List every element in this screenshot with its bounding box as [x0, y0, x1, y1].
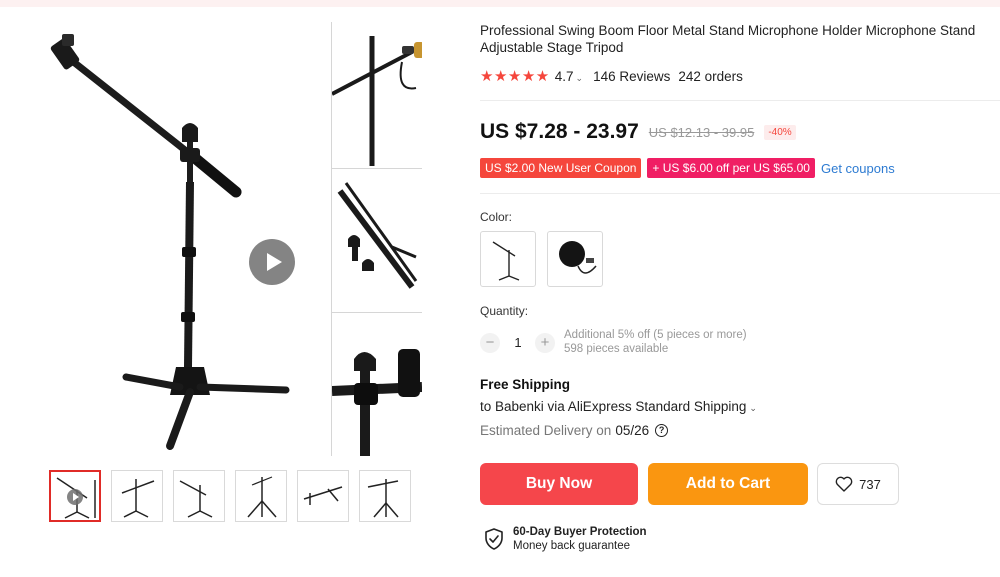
- price-row: US $7.28 - 23.97 US $12.13 - 39.95 -40%: [480, 117, 796, 147]
- chevron-down-icon: ⌄: [749, 403, 757, 413]
- rating-stars-icon: ★★★★★: [480, 68, 550, 85]
- discount-badge: -40%: [764, 124, 796, 140]
- thumbnail-2[interactable]: [111, 470, 163, 522]
- thumbnail-3[interactable]: [173, 470, 225, 522]
- clip-closeup-illustration: [332, 349, 422, 456]
- quantity-note: Additional 5% off (5 pieces or more) 598…: [564, 328, 747, 356]
- main-product-image[interactable]: [40, 22, 328, 454]
- product-title: Professional Swing Boom Floor Metal Stan…: [480, 23, 976, 55]
- shipping-destination: to Babenki via AliExpress Standard Shipp…: [480, 399, 747, 414]
- divider: [480, 100, 1000, 101]
- detail-image-boom-top[interactable]: [332, 22, 422, 166]
- new-user-coupon[interactable]: US $2.00 New User Coupon: [480, 158, 642, 178]
- shield-check-icon: [485, 528, 503, 550]
- quantity-increase-button[interactable]: +: [535, 333, 555, 353]
- detail-image-clip[interactable]: [332, 312, 422, 456]
- thumbnail-5[interactable]: [297, 470, 349, 522]
- color-label: Color:: [480, 210, 513, 224]
- current-price: US $7.28 - 23.97: [480, 120, 639, 143]
- color-option-boom-stand[interactable]: [480, 231, 536, 287]
- buyer-protection-title: 60-Day Buyer Protection: [513, 526, 647, 538]
- get-coupons-link[interactable]: Get coupons: [821, 161, 895, 176]
- buyer-protection-subtitle: Money back guarantee: [513, 540, 630, 552]
- top-banner-strip: [0, 0, 1000, 7]
- thumb-stand-icon: [367, 479, 399, 518]
- shipping-title: Free Shipping: [480, 377, 571, 392]
- estimated-delivery-date: 05/26: [615, 423, 650, 438]
- estimated-delivery-label: Estimated Delivery on: [480, 423, 612, 438]
- boom-with-mic-illustration: [332, 36, 422, 166]
- boom-stand-swatch-icon: [492, 241, 520, 281]
- color-option-pop-filter[interactable]: [547, 231, 603, 287]
- bulk-discount-text: Additional 5% off (5 pieces or more): [564, 329, 747, 341]
- thumb-boom-icon: [303, 486, 343, 505]
- buyer-protection: 60-Day Buyer Protection Money back guara…: [484, 525, 647, 553]
- buyer-protection-text: 60-Day Buyer Protection Money back guara…: [513, 525, 647, 553]
- coupon-row: US $2.00 New User Coupon + US $6.00 off …: [480, 157, 895, 179]
- heart-icon: [835, 476, 853, 492]
- play-video-button[interactable]: [249, 239, 295, 285]
- rating-dropdown[interactable]: 4.7 ⌄: [555, 69, 583, 84]
- thumbnail-video[interactable]: [49, 470, 101, 522]
- buy-now-button[interactable]: Buy Now: [480, 463, 638, 505]
- chevron-down-icon: ⌄: [575, 72, 584, 83]
- shipping-method-selector[interactable]: to Babenki via AliExpress Standard Shipp…: [480, 399, 757, 414]
- pop-filter-swatch-icon: [559, 241, 597, 274]
- original-price: US $12.13 - 39.95: [648, 124, 755, 140]
- mic-stand-illustration: [50, 34, 290, 450]
- rating-value: 4.7: [554, 68, 574, 84]
- help-icon[interactable]: ?: [655, 424, 669, 437]
- wishlist-button[interactable]: 737: [817, 463, 899, 505]
- orders-count: 242 orders: [678, 68, 743, 84]
- quantity-label: Quantity:: [480, 304, 529, 318]
- store-coupon[interactable]: + US $6.00 off per US $65.00: [647, 158, 815, 178]
- estimated-delivery: Estimated Delivery on 05/26 ?: [480, 423, 669, 438]
- thumb-stand-icon: [179, 480, 213, 518]
- thumbnail-4[interactable]: [235, 470, 287, 522]
- thumb-stand-icon: [247, 476, 277, 518]
- stock-available-text: 598 pieces available: [564, 343, 669, 355]
- mini-play-icon: [67, 489, 83, 505]
- wishlist-count: 737: [859, 476, 881, 492]
- quantity-decrease-button[interactable]: −: [480, 333, 500, 353]
- rating-row: ★★★★★ 4.7 ⌄ 146 Reviews 242 orders: [480, 67, 743, 85]
- detail-image-folded[interactable]: [332, 168, 422, 310]
- reviews-link[interactable]: 146 Reviews: [593, 69, 670, 84]
- folded-stand-illustration: [337, 182, 418, 289]
- thumbnail-6[interactable]: [359, 470, 411, 522]
- add-to-cart-button[interactable]: Add to Cart: [648, 463, 808, 505]
- thumb-stand-icon: [121, 479, 155, 518]
- divider: [480, 193, 1000, 194]
- quantity-value[interactable]: 1: [508, 333, 528, 353]
